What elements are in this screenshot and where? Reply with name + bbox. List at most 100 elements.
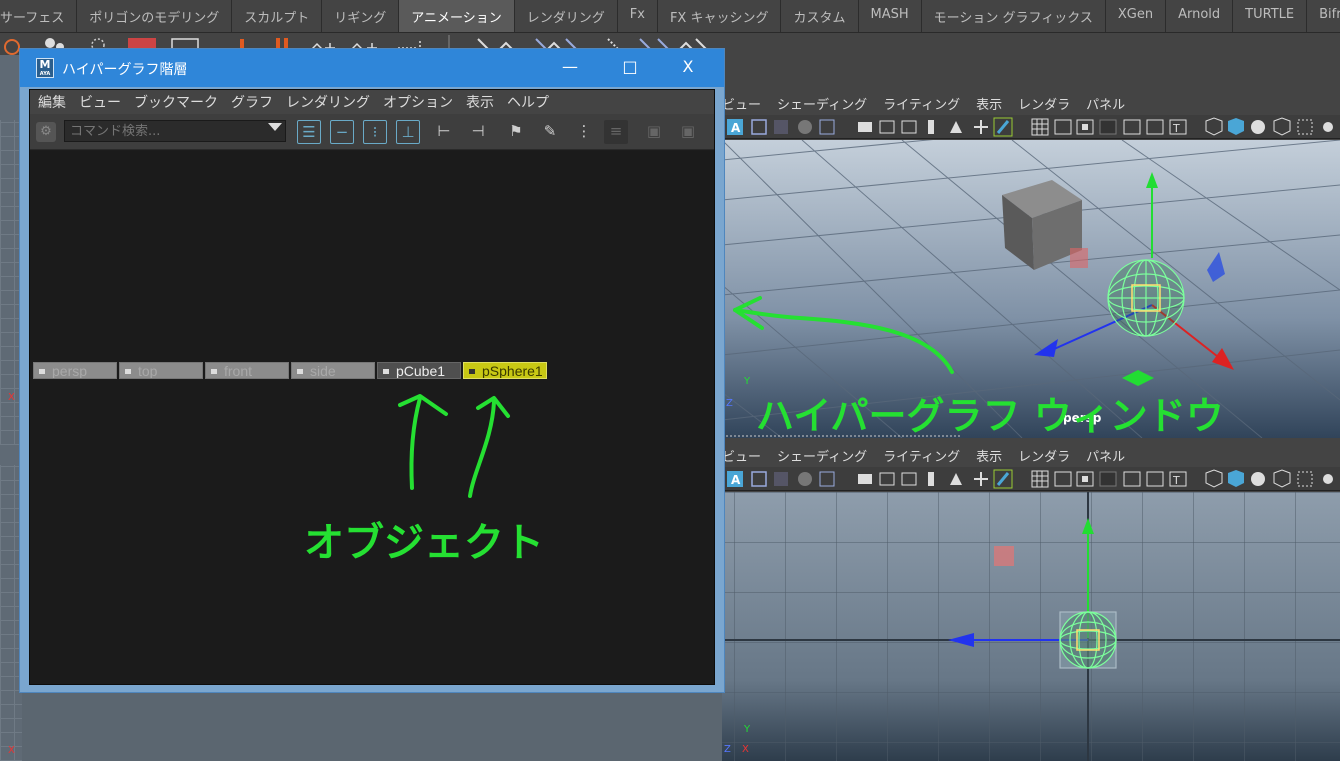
add-bookmark-icon[interactable]: ⚑ <box>504 120 528 144</box>
vp2-menu-renderer[interactable]: レンダラ <box>1018 446 1070 465</box>
viewport-front-menu: ビュー シェーディング ライティング 表示 レンダラ パネル <box>722 442 1340 468</box>
node-persp[interactable]: persp <box>33 362 117 379</box>
shelf-tab-arnold[interactable]: Arnold <box>1166 0 1234 32</box>
shelf-tab-turtle[interactable]: TURTLE <box>1233 0 1308 32</box>
viewport-front[interactable]: ビュー シェーディング ライティング 表示 レンダラ パネル A T Y Z X <box>722 440 1340 761</box>
maya-workspace: サーフェス ポリゴンのモデリング スカルプト リギング アニメーション レンダリ… <box>0 0 1340 761</box>
node-label: side <box>310 363 336 379</box>
node-side[interactable]: side <box>291 362 375 379</box>
maya-logo-sub: AYA <box>39 71 51 77</box>
hg-menu-edit[interactable]: 編集 <box>38 92 66 112</box>
frame-all-button[interactable]: ☰ <box>297 120 321 144</box>
shelf-tab-polygon-modeling[interactable]: ポリゴンのモデリング <box>77 0 233 32</box>
shelf-tab-custom[interactable]: カスタム <box>781 0 859 32</box>
graph-layout-icon[interactable]: ≡ <box>604 120 628 144</box>
svg-text:A: A <box>731 121 741 135</box>
hypergraph-window[interactable]: M AYA ハイパーグラフ階層 — □ X 編集 ビュー ブックマーク グラフ レ… <box>19 48 725 693</box>
vp2-menu-view[interactable]: ビュー <box>722 446 761 465</box>
command-search-input[interactable] <box>64 120 286 142</box>
annotation-object-label: オブジェクト <box>304 520 544 566</box>
search-dropdown-arrow-icon[interactable] <box>268 123 282 131</box>
frame-branch-button[interactable]: ⊥ <box>396 120 420 144</box>
shelf-tab-fx-caching[interactable]: FX キャッシング <box>657 0 782 32</box>
sphere-mesh <box>1107 259 1185 337</box>
svg-text:T: T <box>1172 122 1180 135</box>
annotation-hypergraph-window-label: ハイパーグラフ ウィンドウ <box>756 394 1224 438</box>
hypergraph-title-bar[interactable]: M AYA ハイパーグラフ階層 — □ X <box>20 49 724 87</box>
maya-logo-icon: M AYA <box>36 58 54 78</box>
persp-axis-y-label: Y <box>744 376 751 387</box>
hg-menu-graph[interactable]: グラフ <box>231 92 273 112</box>
vp-menu-panels[interactable]: パネル <box>1086 94 1125 113</box>
node-label: front <box>224 363 253 379</box>
hg-menu-options[interactable]: オプション <box>383 92 453 112</box>
shelf-tab-motion-graphics[interactable]: モーション グラフィックス <box>921 0 1106 32</box>
hg-menu-bookmarks[interactable]: ブックマーク <box>134 92 218 112</box>
svg-text:T: T <box>1172 474 1180 487</box>
vp-menu-shading[interactable]: シェーディング <box>777 94 867 113</box>
shelf-tab-bar: サーフェス ポリゴンのモデリング スカルプト リギング アニメーション レンダリ… <box>0 0 1340 33</box>
front-axis-z-label: Z <box>724 744 731 755</box>
node-label: top <box>138 363 158 379</box>
front-axis-y-label: Y <box>744 724 751 735</box>
minimize-button[interactable]: — <box>550 55 590 81</box>
vp2-menu-shading[interactable]: シェーディング <box>777 446 867 465</box>
left-axis-x-label: X <box>8 392 15 403</box>
svg-text:A: A <box>731 473 741 487</box>
horizontal-layout-icon[interactable]: ⊣ <box>466 120 490 144</box>
hypergraph-title: ハイパーグラフ階層 <box>62 62 188 78</box>
left-axis-x-label-bottom: X <box>8 745 15 756</box>
viewport-persp-menu: ビュー シェーディング ライティング 表示 レンダラ パネル <box>722 90 1340 116</box>
frame-selection-button[interactable]: − <box>330 120 354 144</box>
vp-menu-lighting[interactable]: ライティング <box>883 94 960 113</box>
vp2-menu-panels[interactable]: パネル <box>1086 446 1125 465</box>
shelf-tab-fx[interactable]: Fx <box>617 0 658 32</box>
close-button[interactable]: X <box>668 55 708 81</box>
hg-menu-view[interactable]: ビュー <box>79 92 121 112</box>
shelf-tab-mash[interactable]: MASH <box>858 0 922 32</box>
edit-bookmark-icon[interactable]: ✎ <box>538 120 562 144</box>
hg-menu-rendering[interactable]: レンダリング <box>286 92 370 112</box>
hypergraph-menubar: 編集 ビュー ブックマーク グラフ レンダリング オプション 表示 ヘルプ <box>30 90 714 114</box>
shelf-tab-rendering[interactable]: レンダリング <box>514 0 618 32</box>
close-icon: X <box>682 57 694 76</box>
viewport-persp-toolbar: A T <box>722 115 1340 139</box>
hypergraph-toolbar: ⚙ ☰ − ⁝ ⊥ ⊢ ⊣ ⚑ ✎ ⋮ ≡ ▣ ▣ <box>30 114 714 150</box>
vp2-menu-show[interactable]: 表示 <box>976 446 1002 465</box>
background-viewport-bottom <box>22 690 722 761</box>
node-top[interactable]: top <box>119 362 203 379</box>
vp-menu-renderer[interactable]: レンダラ <box>1018 94 1070 113</box>
minimize-icon: — <box>562 57 578 76</box>
vp2-menu-lighting[interactable]: ライティング <box>883 446 960 465</box>
maximize-button[interactable]: □ <box>610 55 650 81</box>
vp-menu-show[interactable]: 表示 <box>976 94 1002 113</box>
shelf-tab-animation[interactable]: アニメーション <box>399 0 515 32</box>
list-view-icon[interactable]: ⋮ <box>572 120 596 144</box>
node-psphere1[interactable]: pSphere1 <box>463 362 547 379</box>
persp-axis-z-label: Z <box>726 398 733 409</box>
shelf-tab-rigging[interactable]: リギング <box>322 0 400 32</box>
command-search-icon: ⚙ <box>36 122 56 142</box>
maximize-icon: □ <box>622 57 638 76</box>
hg-menu-show[interactable]: 表示 <box>466 92 494 112</box>
front-axis-x-label: X <box>742 744 749 755</box>
previous-view-icon[interactable]: ▣ <box>642 120 666 144</box>
viewport-panel-toolbar-icons[interactable]: A T <box>722 115 1340 139</box>
maya-logo-letter: M <box>39 58 51 71</box>
shelf-tab-xgen[interactable]: XGen <box>1105 0 1167 32</box>
shelf-tab-sculpt[interactable]: スカルプト <box>232 0 323 32</box>
shelf-tab-surface[interactable]: サーフェス <box>0 0 78 32</box>
viewport-front-toolbar: A T <box>722 467 1340 491</box>
node-pcube1[interactable]: pCube1 <box>377 362 461 379</box>
hypergraph-canvas[interactable]: persp top front side pCube1 pSphere1 <box>30 151 714 684</box>
hg-menu-help[interactable]: ヘルプ <box>507 92 549 112</box>
node-front[interactable]: front <box>205 362 289 379</box>
frame-hierarchy-button[interactable]: ⁝ <box>363 120 387 144</box>
shelf-tab-bifrost[interactable]: Bifrost <box>1307 0 1340 32</box>
viewport2-panel-toolbar-icons[interactable]: A T <box>722 467 1340 491</box>
next-view-icon[interactable]: ▣ <box>676 120 700 144</box>
vp-menu-view[interactable]: ビュー <box>722 94 761 113</box>
front-viewport-canvas[interactable] <box>722 492 1340 761</box>
hierarchy-layout-icon[interactable]: ⊢ <box>432 120 456 144</box>
node-label: pCube1 <box>396 363 446 379</box>
